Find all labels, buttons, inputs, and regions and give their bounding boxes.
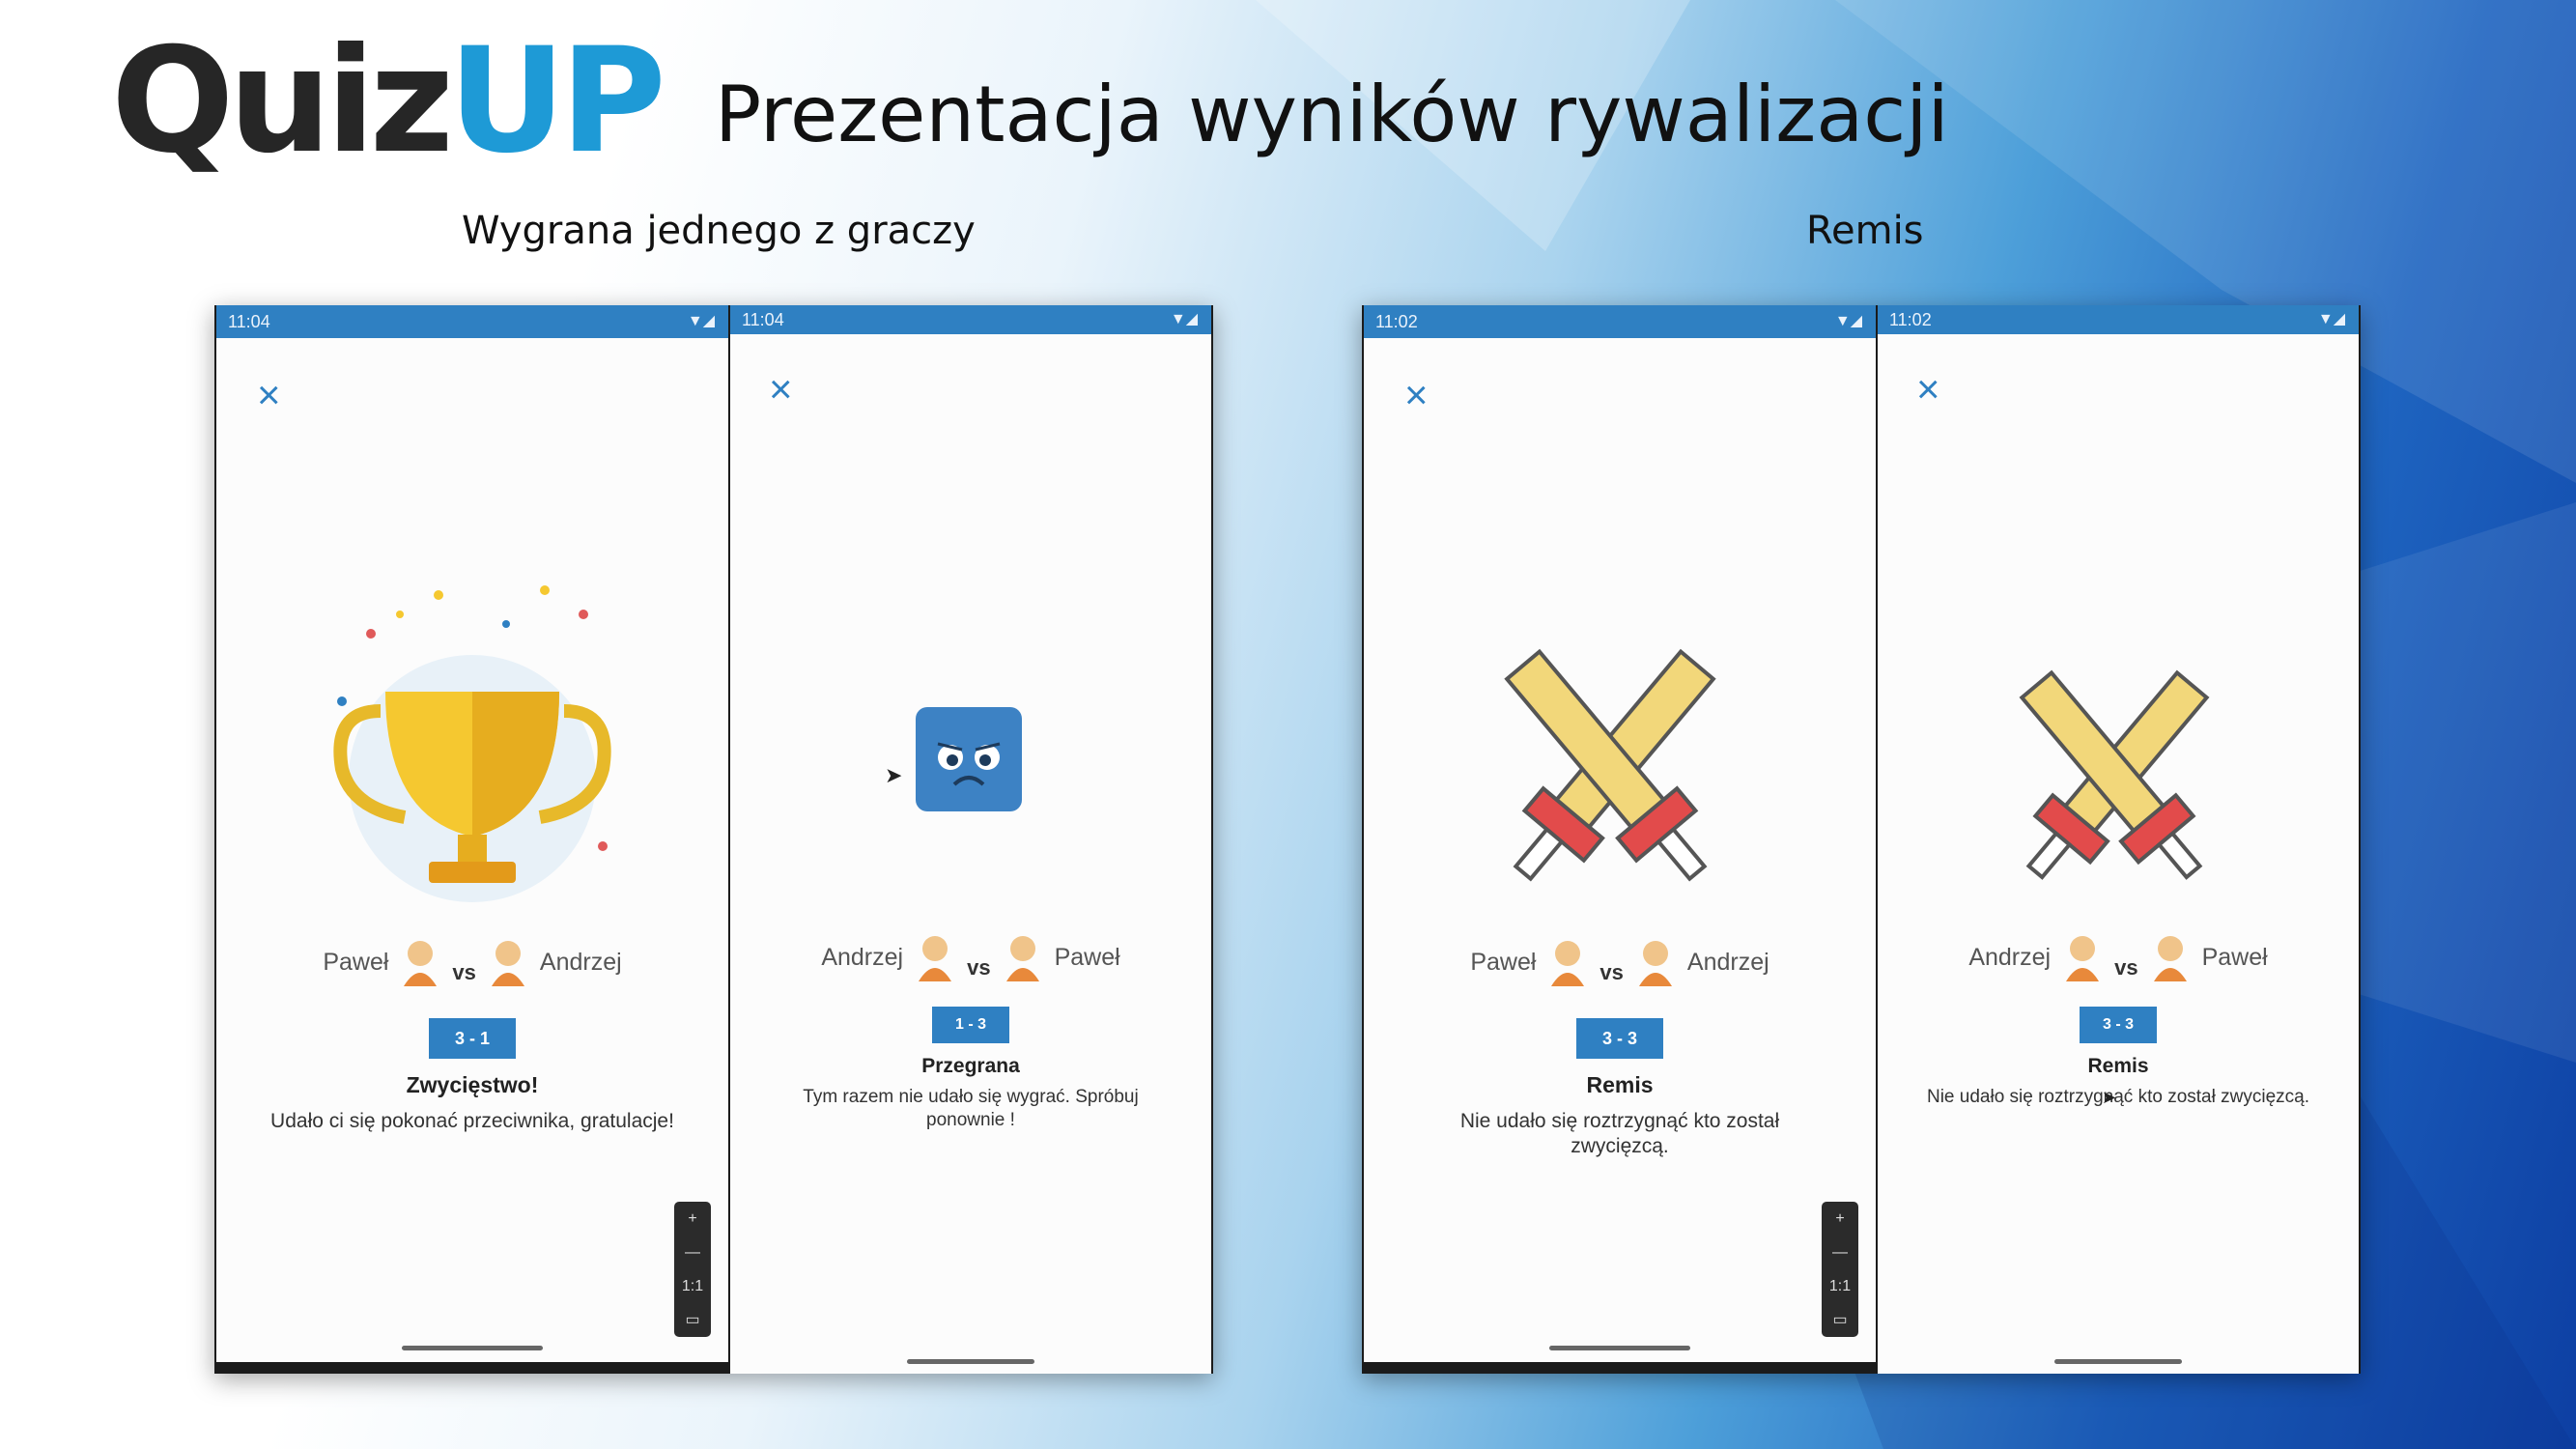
home-indicator[interactable]	[1549, 1346, 1690, 1350]
phone-draw-2: 11:02 ▼◢ × Andrzej vs Paweł 3 - 3 Remis	[1878, 305, 2359, 1374]
score-badge: 3 - 1	[429, 1018, 516, 1059]
screenshot-button[interactable]: ▭	[1822, 1303, 1858, 1337]
score-badge: 1 - 3	[932, 1007, 1009, 1043]
zoom-controls: + — 1:1 ▭	[674, 1202, 711, 1337]
close-button[interactable]: ×	[1916, 369, 1940, 410]
player-left-name: Paweł	[1470, 948, 1537, 976]
screenshot-button[interactable]: ▭	[674, 1303, 711, 1337]
zoom-in-button[interactable]: +	[1822, 1202, 1858, 1236]
avatar	[400, 938, 440, 986]
status-bar: 11:04 ▼◢	[216, 305, 728, 338]
player-right-name: Paweł	[2201, 943, 2268, 971]
avatar	[915, 933, 955, 981]
result-description: Nie udało się roztrzygnąć kto został zwy…	[1459, 1110, 1780, 1158]
section-title-win: Wygrana jednego z graczy	[462, 209, 976, 253]
draw-screens: 11:02 ▼◢ × Paweł vs Andrzej 3 - 3 Remis	[1362, 305, 2361, 1374]
close-button[interactable]: ×	[257, 375, 281, 415]
score-badge: 3 - 3	[1576, 1018, 1663, 1059]
zoom-in-button[interactable]: +	[674, 1202, 711, 1236]
phone-lose: 11:04 ▼◢ × ➤ Andrzej vs Paweł 1 - 3 Prze…	[730, 305, 1211, 1374]
page-title: Prezentacja wyników rywalizacji	[715, 70, 1949, 159]
players-row: Paweł vs Andrzej	[216, 938, 728, 986]
result-description: Nie udało się roztrzygnąć kto został zwy…	[1926, 1087, 2309, 1107]
home-indicator[interactable]	[402, 1346, 543, 1350]
mouse-cursor-icon: ➤	[2102, 1088, 2117, 1107]
sad-face-icon	[916, 707, 1022, 811]
vs-label: vs	[1599, 960, 1624, 984]
phone-win: 11:04 ▼◢ × Paweł vs Andrzej 3 - 1 Zwycię…	[216, 305, 728, 1362]
signal-icon: ▼◢	[1170, 311, 1198, 327]
vs-label: vs	[967, 955, 991, 980]
status-bar: 11:04 ▼◢	[730, 305, 1211, 334]
zoom-controls: + — 1:1 ▭	[1822, 1202, 1858, 1337]
signal-icon: ▼◢	[2317, 311, 2345, 327]
crossed-swords-icon	[2019, 669, 2210, 880]
section-title-draw: Remis	[1806, 209, 1924, 253]
avatar	[1635, 938, 1676, 986]
quizup-logo: QuizUP	[111, 29, 666, 174]
avatar	[1547, 938, 1588, 986]
result-title: Zwycięstwo!	[406, 1072, 539, 1097]
zoom-out-button[interactable]: —	[1822, 1236, 1858, 1269]
crossed-swords-icon	[1504, 648, 1716, 882]
home-indicator[interactable]	[2054, 1359, 2182, 1364]
player-right-name: Paweł	[1054, 943, 1120, 971]
score-badge: 3 - 3	[2080, 1007, 2157, 1043]
zoom-out-button[interactable]: —	[674, 1236, 711, 1269]
logo-quiz: Quiz	[111, 17, 454, 185]
result-title: Remis	[2087, 1055, 2149, 1077]
signal-icon: ▼◢	[1834, 313, 1862, 329]
player-left-name: Andrzej	[821, 943, 904, 971]
trophy-icon	[333, 585, 611, 902]
zoom-reset-button[interactable]: 1:1	[1822, 1269, 1858, 1303]
mouse-cursor-icon: ➤	[885, 763, 903, 787]
avatar	[1003, 933, 1043, 981]
win-lose-screens: 11:04 ▼◢ × Paweł vs Andrzej 3 - 1 Zwycię…	[214, 305, 1213, 1374]
status-time: 11:02	[1375, 312, 1418, 331]
signal-icon: ▼◢	[687, 313, 715, 329]
vs-label: vs	[2114, 955, 2138, 980]
avatar	[2062, 933, 2103, 981]
status-time: 11:04	[742, 310, 784, 329]
status-time: 11:04	[228, 312, 270, 331]
players-row: Paweł vs Andrzej	[1364, 938, 1876, 986]
player-left-name: Paweł	[323, 948, 389, 976]
player-right-name: Andrzej	[539, 948, 622, 976]
status-bar: 11:02 ▼◢	[1364, 305, 1876, 338]
status-time: 11:02	[1889, 310, 1932, 329]
status-bar: 11:02 ▼◢	[1878, 305, 2359, 334]
result-title: Przegrana	[921, 1055, 1020, 1077]
close-button[interactable]: ×	[769, 369, 793, 410]
result-title: Remis	[1586, 1072, 1654, 1097]
player-left-name: Andrzej	[1968, 943, 2052, 971]
result-description: Tym razem nie udało się wygrać. Spróbuj …	[803, 1087, 1139, 1130]
phone-draw-1: 11:02 ▼◢ × Paweł vs Andrzej 3 - 3 Remis	[1364, 305, 1876, 1362]
avatar	[488, 938, 528, 986]
zoom-reset-button[interactable]: 1:1	[674, 1269, 711, 1303]
player-right-name: Andrzej	[1686, 948, 1769, 976]
result-description: Udało ci się pokonać przeciwnika, gratul…	[270, 1110, 674, 1132]
players-row: Andrzej vs Paweł	[730, 933, 1211, 981]
close-button[interactable]: ×	[1404, 375, 1429, 415]
avatar	[2150, 933, 2191, 981]
players-row: Andrzej vs Paweł	[1878, 933, 2359, 981]
vs-label: vs	[452, 960, 476, 984]
home-indicator[interactable]	[907, 1359, 1034, 1364]
logo-up: UP	[448, 17, 666, 185]
